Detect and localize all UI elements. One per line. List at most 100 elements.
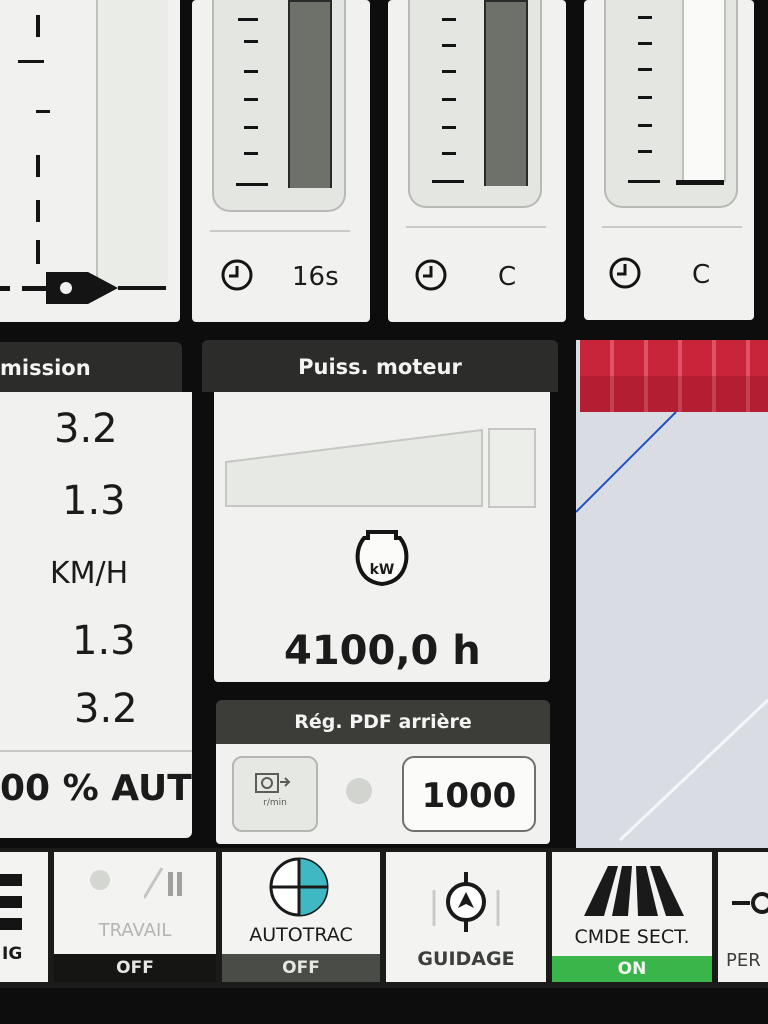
timer-icon[interactable] — [414, 258, 448, 292]
pto-status-indicator — [346, 778, 372, 804]
gauge-tick — [36, 240, 40, 264]
power-bar — [225, 428, 483, 507]
gauge-level-bar — [484, 0, 528, 186]
engine-header: Puiss. moteur — [202, 340, 558, 392]
gauge-tick — [638, 68, 652, 71]
gauge-tick — [442, 70, 456, 73]
gauge-tick — [638, 96, 652, 99]
gauge-panel-1: 16s — [192, 0, 370, 322]
toolbar-autotrac-button[interactable]: AUTOTRAC — [222, 852, 380, 954]
gauge-tick — [238, 18, 258, 21]
gauge-tick — [36, 15, 40, 37]
gauge-tick — [638, 124, 652, 127]
gauge-tick — [442, 152, 456, 155]
toolbar-menu-button[interactable]: IG — [0, 852, 48, 982]
gauge-tick — [432, 180, 464, 183]
speed-value: 1.3 — [72, 618, 136, 664]
timer-icon[interactable] — [220, 258, 254, 292]
left-gauge-track — [96, 0, 168, 290]
cmde-sect-state-text: ON — [617, 959, 647, 979]
per-label: PER — [726, 950, 761, 971]
engine-kw-icon — [355, 530, 409, 587]
gauge-tick — [244, 40, 258, 43]
implement-icon — [732, 892, 768, 914]
speed-value: 3.2 — [54, 406, 118, 452]
gauge-tick — [36, 155, 40, 177]
gauge-tick — [442, 126, 456, 129]
guidance-icon — [432, 872, 500, 932]
gauge-timer-value: C — [692, 260, 711, 290]
gauge-tick — [442, 98, 456, 101]
gauge-timer-value: C — [498, 262, 517, 292]
autotrac-state-text: OFF — [282, 958, 320, 978]
left-gauge-panel — [0, 0, 180, 322]
gauge-tick — [638, 42, 652, 45]
cmde-sect-label: CMDE SECT. — [574, 926, 690, 948]
gauge-tick — [244, 126, 258, 129]
pto-mode-button[interactable]: r/min — [232, 756, 318, 832]
transmission-title: mission — [0, 356, 91, 380]
engine-title: Puiss. moteur — [298, 355, 462, 379]
gauge-tick — [36, 110, 50, 113]
gauge-tick — [628, 180, 660, 183]
toolbar-left-label: IG — [2, 944, 23, 964]
pto-gear-icon — [255, 773, 291, 793]
gauge-tick — [244, 152, 258, 155]
gauge-tick — [638, 150, 652, 153]
gauge-level-marker — [676, 180, 724, 185]
gauge-tick — [244, 98, 258, 101]
guidage-label: GUIDAGE — [417, 948, 515, 970]
transmission-header: mission — [0, 342, 182, 392]
pto-panel: r/min 1000 — [216, 744, 550, 844]
gauge-panel-2: C — [388, 0, 566, 322]
cmde-sect-state: ON — [552, 956, 712, 982]
level-pointer-icon — [0, 272, 166, 304]
menu-icon — [0, 874, 22, 932]
transmission-panel[interactable]: 3.2 1.3 KM/H 1.3 3.2 00 % AUT — [0, 392, 192, 838]
gauge-level-bar — [288, 0, 332, 188]
toolbar-cmde-sect-button[interactable]: CMDE SECT. — [552, 852, 712, 956]
pto-speed-value: 1000 — [421, 776, 517, 816]
gauge-level-empty — [682, 0, 726, 182]
travail-state-text: OFF — [116, 958, 154, 978]
power-reserve-box — [488, 428, 536, 508]
travail-indicator — [90, 870, 110, 890]
pto-title: Rég. PDF arrière — [294, 711, 472, 733]
gauge-tick — [442, 18, 456, 21]
pto-speed-input[interactable]: 1000 — [402, 756, 536, 832]
speed-value: 1.3 — [62, 478, 126, 524]
toolbar-guidage-button[interactable]: GUIDAGE — [386, 852, 546, 982]
gauge-tick — [638, 16, 652, 19]
engine-kw-icon-text: kW — [369, 562, 395, 578]
transmission-divider — [0, 750, 192, 752]
engine-hours: 4100,0 h — [284, 628, 481, 674]
gauge-tick — [36, 200, 40, 222]
gauge-divider — [406, 226, 546, 228]
transmission-status: 00 % AUT — [0, 768, 192, 809]
speed-unit: KM/H — [50, 556, 129, 591]
gauge-panel-3: C — [584, 0, 754, 320]
engine-power-panel[interactable]: kW 4100,0 h — [214, 392, 550, 682]
travail-label: TRAVAIL — [98, 920, 172, 941]
travail-state: OFF — [54, 954, 216, 982]
guidance-lines — [576, 411, 768, 842]
pto-rpm-label: r/min — [263, 798, 287, 808]
toolbar-travail-button[interactable]: TRAVAIL — [54, 852, 216, 954]
gauge-divider — [602, 226, 742, 228]
gauge-tick — [442, 44, 456, 47]
autotrac-icon — [269, 857, 329, 917]
timer-icon[interactable] — [608, 256, 642, 290]
gauge-tick — [236, 183, 268, 186]
field-map[interactable] — [576, 340, 768, 850]
toolbar-per-button[interactable]: PER — [718, 852, 768, 982]
autotrac-label: AUTOTRAC — [249, 924, 353, 946]
pause-icon — [144, 867, 182, 899]
gauge-tick — [18, 60, 44, 63]
pto-header: Rég. PDF arrière — [216, 700, 550, 744]
gauge-divider — [210, 230, 350, 232]
gauge-tick — [244, 70, 258, 73]
autotrac-state: OFF — [222, 954, 380, 982]
section-control-icon — [584, 866, 684, 916]
gauge-timer-value: 16s — [292, 262, 339, 292]
speed-value: 3.2 — [74, 686, 138, 732]
